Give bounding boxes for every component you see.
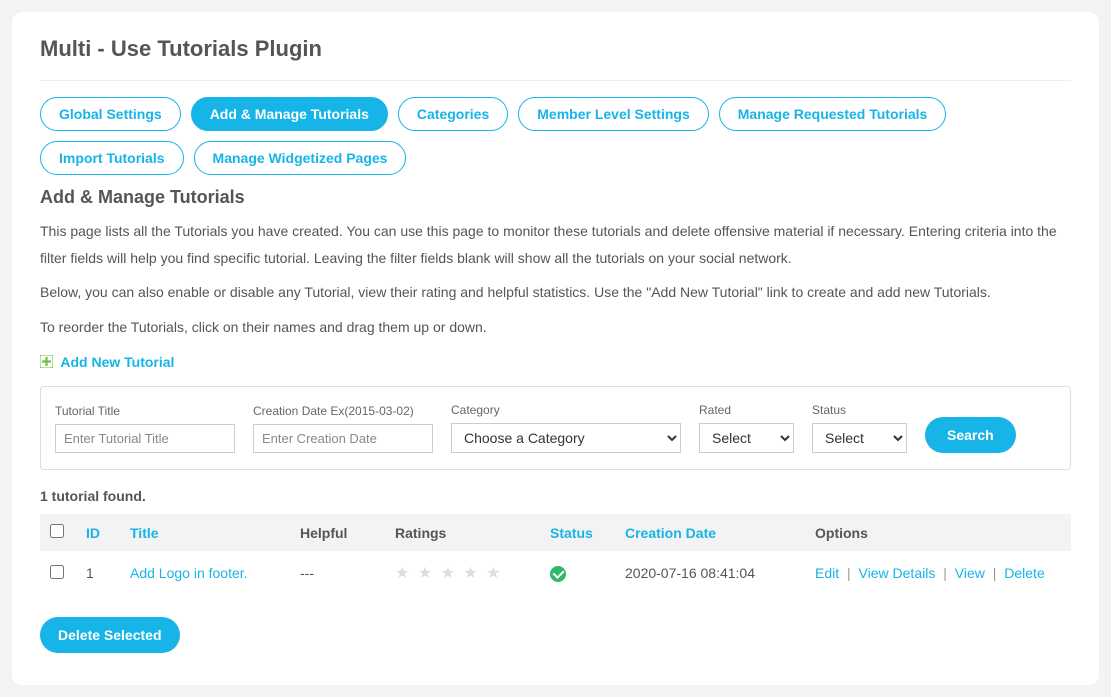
filter-title-col: Tutorial Title [55, 404, 235, 453]
cell-options: Edit | View Details | View | Delete [805, 551, 1071, 595]
col-ratings: Ratings [385, 514, 540, 551]
tutorial-title-input[interactable] [55, 424, 235, 453]
col-helpful: Helpful [290, 514, 385, 551]
cell-title: Add Logo in footer. [120, 551, 290, 595]
col-title[interactable]: Title [120, 514, 290, 551]
rated-select[interactable]: Select [699, 423, 794, 453]
tabs-row-2: Import Tutorials Manage Widgetized Pages [40, 141, 1071, 175]
tab-categories[interactable]: Categories [398, 97, 508, 131]
separator: | [993, 565, 997, 581]
plus-icon [40, 355, 53, 368]
filter-category-col: Category Choose a Category [451, 403, 681, 453]
tab-add-manage-tutorials[interactable]: Add & Manage Tutorials [191, 97, 388, 131]
delete-link[interactable]: Delete [1004, 565, 1044, 581]
filter-search-col: Search [925, 417, 1016, 453]
cell-checkbox [40, 551, 76, 595]
tabs-row-1: Global Settings Add & Manage Tutorials C… [40, 97, 1071, 131]
col-status[interactable]: Status [540, 514, 615, 551]
filter-box: Tutorial Title Creation Date Ex(2015-03-… [40, 386, 1071, 470]
tab-import-tutorials[interactable]: Import Tutorials [40, 141, 184, 175]
separator: | [943, 565, 947, 581]
rating-stars: ★ ★ ★ ★ ★ [395, 565, 503, 582]
cell-id: 1 [76, 551, 120, 595]
filter-rated-col: Rated Select [699, 403, 794, 453]
col-creation-date[interactable]: Creation Date [615, 514, 805, 551]
col-checkbox [40, 514, 76, 551]
results-count: 1 tutorial found. [40, 488, 1071, 504]
tab-manage-widgetized-pages[interactable]: Manage Widgetized Pages [194, 141, 407, 175]
tutorials-table: ID Title Helpful Ratings Status Creation… [40, 514, 1071, 595]
filter-category-label: Category [451, 403, 681, 417]
cell-ratings: ★ ★ ★ ★ ★ [385, 551, 540, 595]
tab-global-settings[interactable]: Global Settings [40, 97, 181, 131]
edit-link[interactable]: Edit [815, 565, 839, 581]
table-header-row: ID Title Helpful Ratings Status Creation… [40, 514, 1071, 551]
add-new-tutorial-link[interactable]: Add New Tutorial [40, 354, 174, 370]
description-3: To reorder the Tutorials, click on their… [40, 314, 1071, 341]
filter-status-label: Status [812, 403, 907, 417]
admin-panel: Multi - Use Tutorials Plugin Global Sett… [12, 12, 1099, 685]
section-title: Add & Manage Tutorials [40, 187, 1071, 208]
view-details-link[interactable]: View Details [859, 565, 936, 581]
table-row: 1 Add Logo in footer. --- ★ ★ ★ ★ ★ 2020… [40, 551, 1071, 595]
tutorial-title-link[interactable]: Add Logo in footer. [130, 565, 248, 581]
col-options: Options [805, 514, 1071, 551]
status-active-icon[interactable] [550, 566, 566, 582]
page-title: Multi - Use Tutorials Plugin [40, 36, 1071, 81]
tab-manage-requested-tutorials[interactable]: Manage Requested Tutorials [719, 97, 947, 131]
select-all-checkbox[interactable] [50, 524, 64, 538]
filter-status-col: Status Select [812, 403, 907, 453]
cell-creation-date: 2020-07-16 08:41:04 [615, 551, 805, 595]
description-2: Below, you can also enable or disable an… [40, 279, 1071, 306]
separator: | [847, 565, 851, 581]
add-new-row: Add New Tutorial [40, 354, 1071, 372]
category-select[interactable]: Choose a Category [451, 423, 681, 453]
delete-selected-button[interactable]: Delete Selected [40, 617, 180, 653]
status-select[interactable]: Select [812, 423, 907, 453]
col-id[interactable]: ID [76, 514, 120, 551]
filter-date-col: Creation Date Ex(2015-03-02) [253, 404, 433, 453]
search-button[interactable]: Search [925, 417, 1016, 453]
cell-helpful: --- [290, 551, 385, 595]
add-new-tutorial-label: Add New Tutorial [60, 354, 174, 370]
filter-rated-label: Rated [699, 403, 794, 417]
row-checkbox[interactable] [50, 565, 64, 579]
view-link[interactable]: View [955, 565, 985, 581]
tab-member-level-settings[interactable]: Member Level Settings [518, 97, 709, 131]
cell-status [540, 551, 615, 595]
description-1: This page lists all the Tutorials you ha… [40, 218, 1071, 271]
filter-title-label: Tutorial Title [55, 404, 235, 418]
filter-date-label: Creation Date Ex(2015-03-02) [253, 404, 433, 418]
creation-date-input[interactable] [253, 424, 433, 453]
